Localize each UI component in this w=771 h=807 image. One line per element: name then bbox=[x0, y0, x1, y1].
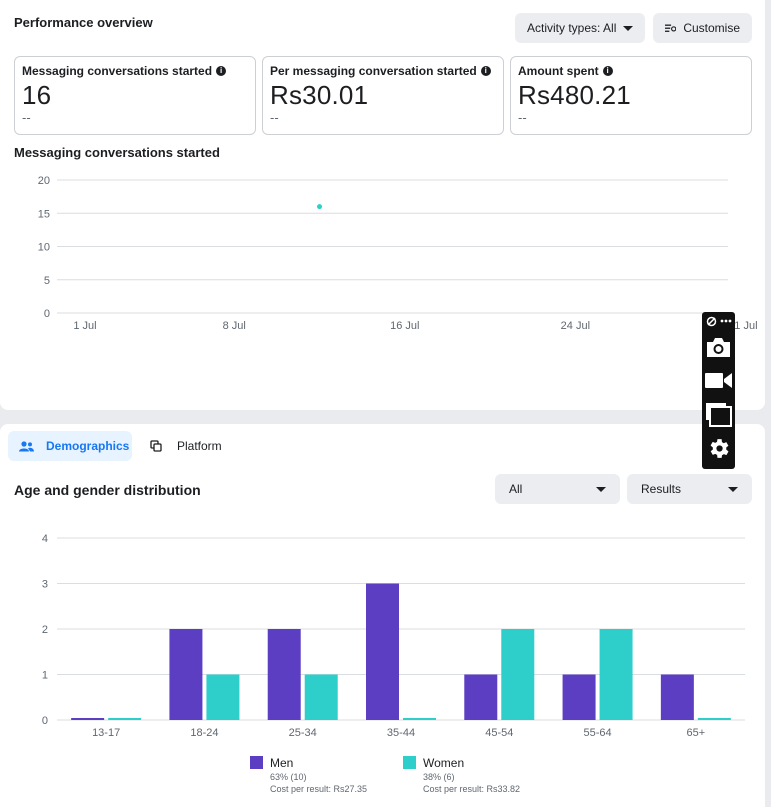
audience-filter-value: All bbox=[509, 482, 523, 496]
bar-men-25-34 bbox=[267, 629, 301, 720]
legend-women-cost: Cost per result: Rs33.82 bbox=[423, 784, 521, 794]
customise-button[interactable]: Customise bbox=[653, 13, 752, 43]
x-tick-label: 1 Jul bbox=[734, 320, 757, 332]
y-tick-label: 20 bbox=[38, 175, 50, 187]
metric-card-cost-per-conversation[interactable]: Per messaging conversation started i Rs30… bbox=[262, 56, 504, 135]
tab-demographics-label: Demographics bbox=[46, 439, 130, 453]
y-tick-label: 4 bbox=[42, 533, 48, 545]
legend-swatch-women bbox=[403, 756, 416, 769]
legend-men-cost: Cost per result: Rs27.35 bbox=[270, 784, 368, 794]
bar-women-35-44 bbox=[403, 718, 436, 720]
y-tick-label: 0 bbox=[42, 715, 48, 727]
bar-men-65+ bbox=[660, 674, 694, 720]
info-icon[interactable]: i bbox=[216, 66, 227, 76]
x-tick-label: 16 Jul bbox=[390, 320, 419, 332]
metric-comparison: -- bbox=[270, 110, 279, 125]
x-tick-label: 55-64 bbox=[584, 727, 612, 739]
caret-down-icon bbox=[596, 486, 606, 492]
bar-men-35-44 bbox=[366, 583, 399, 720]
legend-women-pct: 38% (6) bbox=[423, 772, 455, 782]
bar-chart: 0 1 2 3 4 13-17 18-24 25-34 35-44 45-54 55-64 65+ bbox=[42, 533, 745, 739]
caret-down-icon bbox=[728, 486, 738, 492]
bar-men-18-24 bbox=[169, 629, 203, 720]
line-chart: 0 5 10 15 20 1 Jul 8 Jul 16 Jul 24 Jul 1 Jul bbox=[38, 175, 758, 332]
bar-women-45-54 bbox=[501, 629, 535, 720]
pin-icon[interactable] bbox=[706, 316, 717, 327]
bar-women-25-34 bbox=[304, 674, 338, 720]
audience-filter-select[interactable]: All bbox=[495, 474, 620, 504]
bar-men-55-64 bbox=[562, 674, 596, 720]
y-tick-label: 3 bbox=[42, 579, 48, 591]
legend-women-label: Women bbox=[423, 756, 465, 770]
bar-women-18-24 bbox=[206, 674, 240, 720]
x-tick-label: 18-24 bbox=[190, 727, 218, 739]
gear-icon[interactable] bbox=[706, 436, 731, 461]
metric-label: Amount spent i bbox=[518, 64, 744, 78]
platform-icon bbox=[150, 440, 162, 452]
bar-men-45-54 bbox=[464, 674, 498, 720]
info-icon[interactable]: i bbox=[480, 66, 491, 76]
metric-filter-value: Results bbox=[641, 482, 682, 496]
tab-platform[interactable]: Platform bbox=[150, 431, 240, 461]
caret-down-icon bbox=[623, 25, 633, 31]
metric-comparison: -- bbox=[22, 110, 31, 125]
camera-icon[interactable] bbox=[706, 336, 731, 358]
bar-women-13-17 bbox=[108, 718, 142, 720]
legend-men-pct: 63% (10) bbox=[270, 772, 307, 782]
performance-card: Performance overview Activity types: All… bbox=[0, 0, 765, 410]
performance-title: Performance overview bbox=[14, 15, 153, 30]
y-tick-label: 1 bbox=[42, 670, 48, 682]
x-tick-label: 35-44 bbox=[387, 727, 415, 739]
metric-value: Rs480.21 bbox=[518, 80, 631, 110]
y-tick-label: 15 bbox=[38, 208, 50, 220]
metric-value: 16 bbox=[22, 80, 52, 110]
legend-swatch-men bbox=[250, 756, 263, 769]
windows-icon[interactable] bbox=[706, 403, 732, 427]
x-tick-label: 1 Jul bbox=[73, 320, 96, 332]
filter-settings-icon bbox=[665, 24, 677, 32]
legend-men-label: Men bbox=[270, 756, 294, 770]
metric-label: Per messaging conversation started i bbox=[270, 64, 496, 78]
tab-platform-label: Platform bbox=[177, 439, 222, 453]
metric-card-amount-spent[interactable]: Amount spent i Rs480.21 -- bbox=[510, 56, 752, 135]
y-tick-label: 5 bbox=[44, 275, 50, 287]
y-tick-label: 10 bbox=[38, 242, 50, 254]
info-icon[interactable]: i bbox=[602, 66, 613, 76]
x-tick-label: 8 Jul bbox=[223, 320, 246, 332]
x-tick-label: 25-34 bbox=[289, 727, 317, 739]
age-gender-title: Age and gender distribution bbox=[14, 482, 201, 498]
y-tick-label: 2 bbox=[42, 624, 48, 636]
metric-label: Messaging conversations started i bbox=[22, 64, 248, 78]
activity-types-dropdown[interactable]: Activity types: All bbox=[515, 13, 645, 43]
bar-women-55-64 bbox=[599, 629, 633, 720]
line-chart-title: Messaging conversations started bbox=[14, 145, 220, 160]
x-tick-label: 45-54 bbox=[485, 727, 513, 739]
demographics-card: Demographics Platform Age and gender dis… bbox=[0, 424, 765, 807]
more-icon[interactable] bbox=[720, 319, 732, 323]
activity-types-label: Activity types: All bbox=[527, 21, 617, 35]
tab-demographics[interactable]: Demographics bbox=[8, 431, 132, 461]
customise-label: Customise bbox=[683, 21, 740, 35]
video-icon[interactable] bbox=[705, 372, 732, 389]
x-tick-label: 24 Jul bbox=[561, 320, 590, 332]
people-icon bbox=[19, 440, 34, 451]
x-tick-label: 65+ bbox=[687, 727, 706, 739]
data-point bbox=[317, 204, 323, 210]
bar-women-65+ bbox=[697, 718, 731, 720]
x-tick-label: 13-17 bbox=[92, 727, 120, 739]
metric-filter-select[interactable]: Results bbox=[627, 474, 752, 504]
metric-comparison: -- bbox=[518, 110, 527, 125]
y-tick-label: 0 bbox=[44, 308, 50, 320]
bar-men-13-17 bbox=[71, 718, 105, 720]
capture-toolbar bbox=[702, 312, 735, 469]
metric-card-conversations[interactable]: Messaging conversations started i 16 -- bbox=[14, 56, 256, 135]
metric-value: Rs30.01 bbox=[270, 80, 369, 110]
